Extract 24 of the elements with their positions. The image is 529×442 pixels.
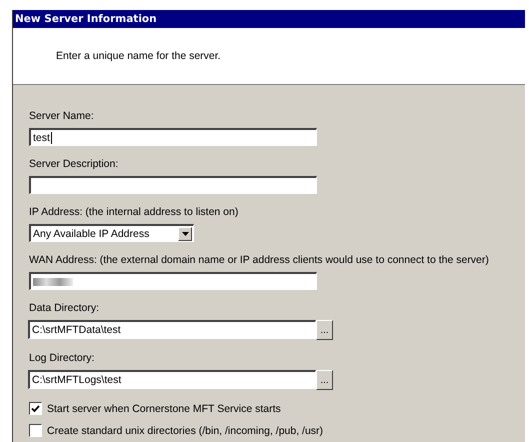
redacted-value: [33, 278, 73, 286]
dropdown-arrow-button[interactable]: [178, 226, 192, 240]
text-field[interactable]: test: [29, 128, 317, 146]
dropdown-field[interactable]: Any Available IP Address: [29, 224, 194, 242]
browse-button[interactable]: ...: [316, 370, 333, 390]
field-label: Server Name:: [29, 110, 95, 123]
text-field[interactable]: [29, 272, 317, 290]
path-field[interactable]: C:\srtMFTLogs\test: [28, 370, 316, 389]
window-title: New Server Information: [13, 10, 525, 28]
checkbox-label: Create standard unix directories (/bin, /incoming, /pub, /usr): [47, 424, 324, 436]
checkbox-label: Start server when Cornerstone MFT Service starts: [47, 402, 281, 414]
field-label: Server Description:: [29, 158, 120, 171]
checkmark-icon: [31, 404, 40, 412]
path-field[interactable]: C:\srtMFTData\test: [28, 320, 316, 339]
checkbox[interactable]: [29, 402, 42, 415]
field-label: Log Directory:: [29, 352, 96, 365]
caret-icon: [182, 232, 188, 236]
field-label: IP Address: (the internal address to listen on): [29, 206, 240, 219]
checkbox[interactable]: [29, 424, 42, 437]
text-field[interactable]: [29, 176, 317, 194]
field-label: Data Directory:: [29, 302, 100, 315]
instruction-text: Enter a unique name for the server.: [56, 50, 221, 62]
browse-button[interactable]: ...: [316, 320, 333, 340]
field-label: WAN Address: (the external domain name or IP address clients would use to connect to the server): [29, 254, 490, 267]
